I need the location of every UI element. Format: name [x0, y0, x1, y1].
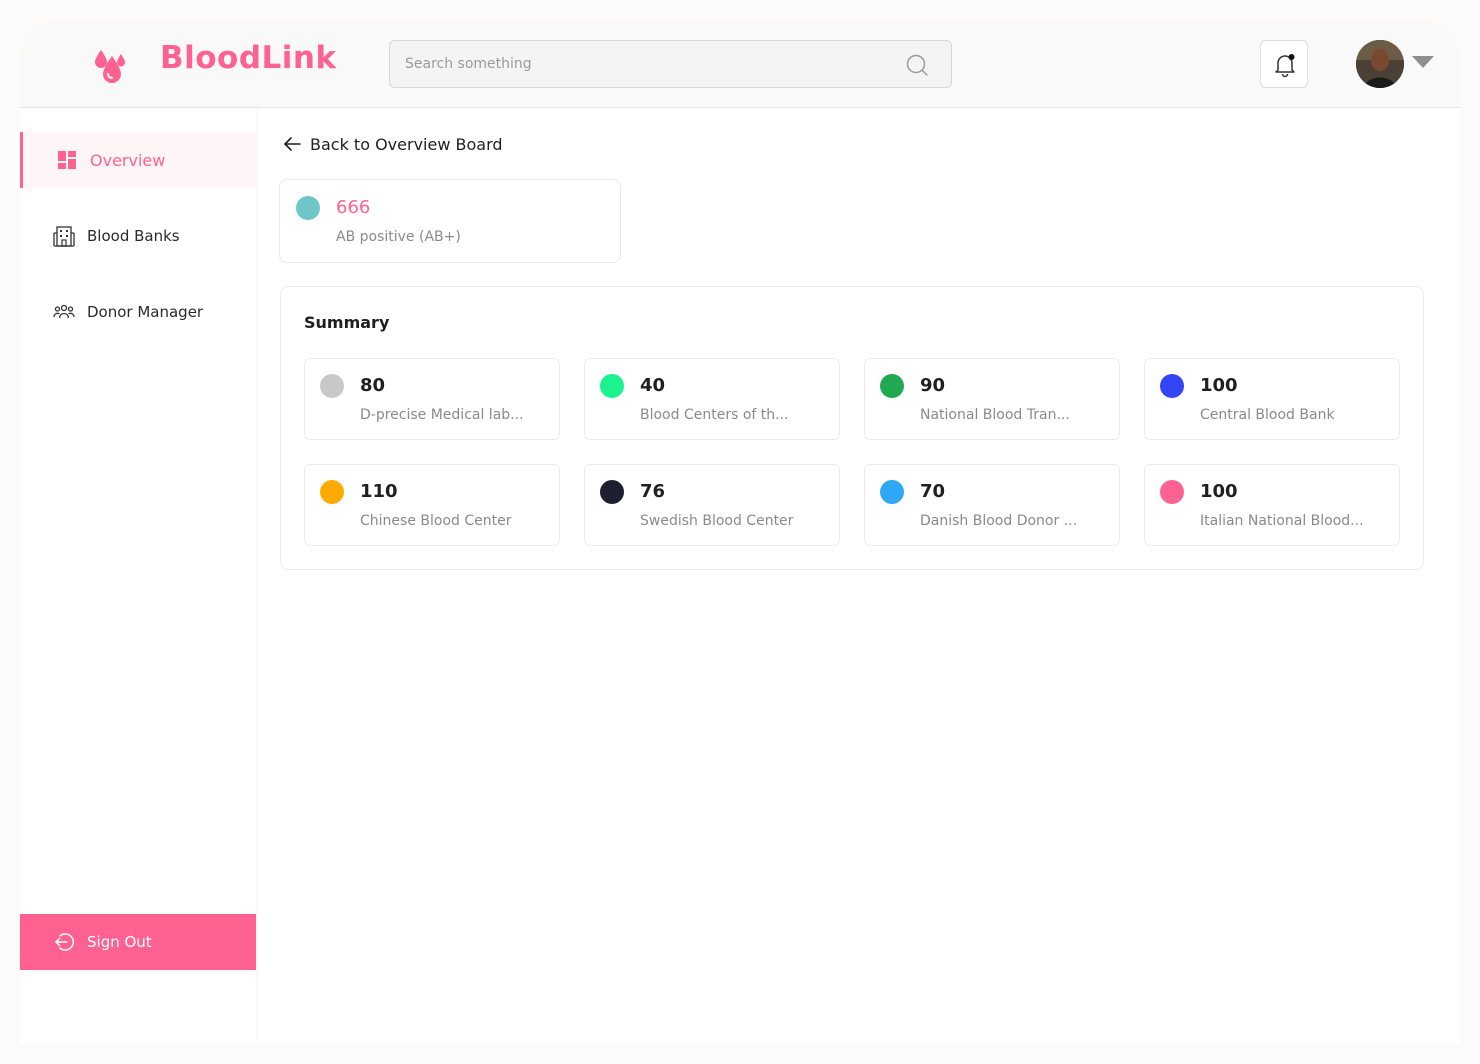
color-dot: [1160, 480, 1184, 504]
app-logo-text: BloodLink: [160, 40, 337, 76]
sign-out-icon: [54, 931, 76, 953]
summary-panel: Summary 80 D-precise Medical lab... 40 B…: [280, 286, 1424, 570]
color-dot: [600, 374, 624, 398]
summary-card[interactable]: 100 Italian National Blood...: [1144, 464, 1400, 546]
sidebar-item-label: Donor Manager: [87, 303, 204, 321]
bell-icon: [1275, 54, 1295, 78]
avatar[interactable]: [1356, 40, 1404, 88]
summary-label: Chinese Blood Center: [360, 513, 512, 529]
color-dot: [1160, 374, 1184, 398]
summary-card[interactable]: 110 Chinese Blood Center: [304, 464, 560, 546]
back-to-overview-link[interactable]: Back to Overview Board: [282, 134, 503, 154]
color-dot: [880, 374, 904, 398]
blood-type-label: AB positive (AB+): [336, 229, 461, 245]
arrow-left-icon: [284, 137, 301, 151]
summary-value: 76: [640, 481, 666, 502]
search-box[interactable]: [389, 40, 952, 88]
summary-value: 90: [920, 375, 946, 396]
summary-value: 100: [1200, 481, 1238, 502]
summary-label: Swedish Blood Center: [640, 513, 794, 529]
sidebar-item-blood-banks[interactable]: Blood Banks: [20, 208, 256, 264]
search-icon[interactable]: [905, 53, 929, 77]
color-dot: [600, 480, 624, 504]
top-header: BloodLink: [20, 20, 1460, 108]
summary-label: Central Blood Bank: [1200, 407, 1335, 423]
summary-value: 80: [360, 375, 386, 396]
color-dot: [320, 480, 344, 504]
summary-title: Summary: [304, 313, 390, 332]
summary-card[interactable]: 80 D-precise Medical lab...: [304, 358, 560, 440]
summary-value: 100: [1200, 375, 1238, 396]
summary-label: D-precise Medical lab...: [360, 407, 524, 423]
summary-label: Italian National Blood...: [1200, 513, 1364, 529]
summary-card[interactable]: 90 National Blood Tran...: [864, 358, 1120, 440]
dashboard-grid-icon: [56, 149, 78, 171]
sidebar-item-label: Blood Banks: [87, 227, 180, 245]
summary-label: National Blood Tran...: [920, 407, 1070, 423]
sign-out-button[interactable]: Sign Out: [20, 914, 256, 970]
summary-label: Blood Centers of th...: [640, 407, 789, 423]
summary-value: 40: [640, 375, 666, 396]
blood-drops-icon: [95, 50, 125, 83]
sidebar-item-overview[interactable]: Overview: [20, 132, 256, 188]
summary-card[interactable]: 70 Danish Blood Donor ...: [864, 464, 1120, 546]
back-label: Back to Overview Board: [310, 134, 503, 154]
app-window: BloodLink Search something Overview Bloo…: [20, 20, 1460, 1044]
blood-type-card: 666 AB positive (AB+): [279, 179, 621, 263]
user-avatar-icon: [1356, 40, 1404, 88]
search-input[interactable]: [390, 41, 890, 87]
summary-card[interactable]: 76 Swedish Blood Center: [584, 464, 840, 546]
blood-type-total: 666: [336, 197, 371, 218]
people-group-icon: [53, 301, 75, 323]
sidebar: Overview Blood Banks Donor Manager Sign …: [20, 108, 256, 1044]
sidebar-item-donor-manager[interactable]: Donor Manager: [20, 284, 256, 340]
summary-label: Danish Blood Donor ...: [920, 513, 1078, 529]
sign-out-label: Sign Out: [87, 933, 152, 951]
summary-card[interactable]: 100 Central Blood Bank: [1144, 358, 1400, 440]
summary-card[interactable]: 40 Blood Centers of th...: [584, 358, 840, 440]
chevron-down-icon[interactable]: [1412, 56, 1434, 68]
color-dot: [320, 374, 344, 398]
blood-type-color-dot: [296, 196, 320, 220]
notification-button[interactable]: [1260, 40, 1308, 88]
sidebar-item-label: Overview: [90, 150, 166, 170]
color-dot: [880, 480, 904, 504]
summary-value: 110: [360, 481, 398, 502]
building-icon: [53, 225, 75, 247]
summary-value: 70: [920, 481, 946, 502]
